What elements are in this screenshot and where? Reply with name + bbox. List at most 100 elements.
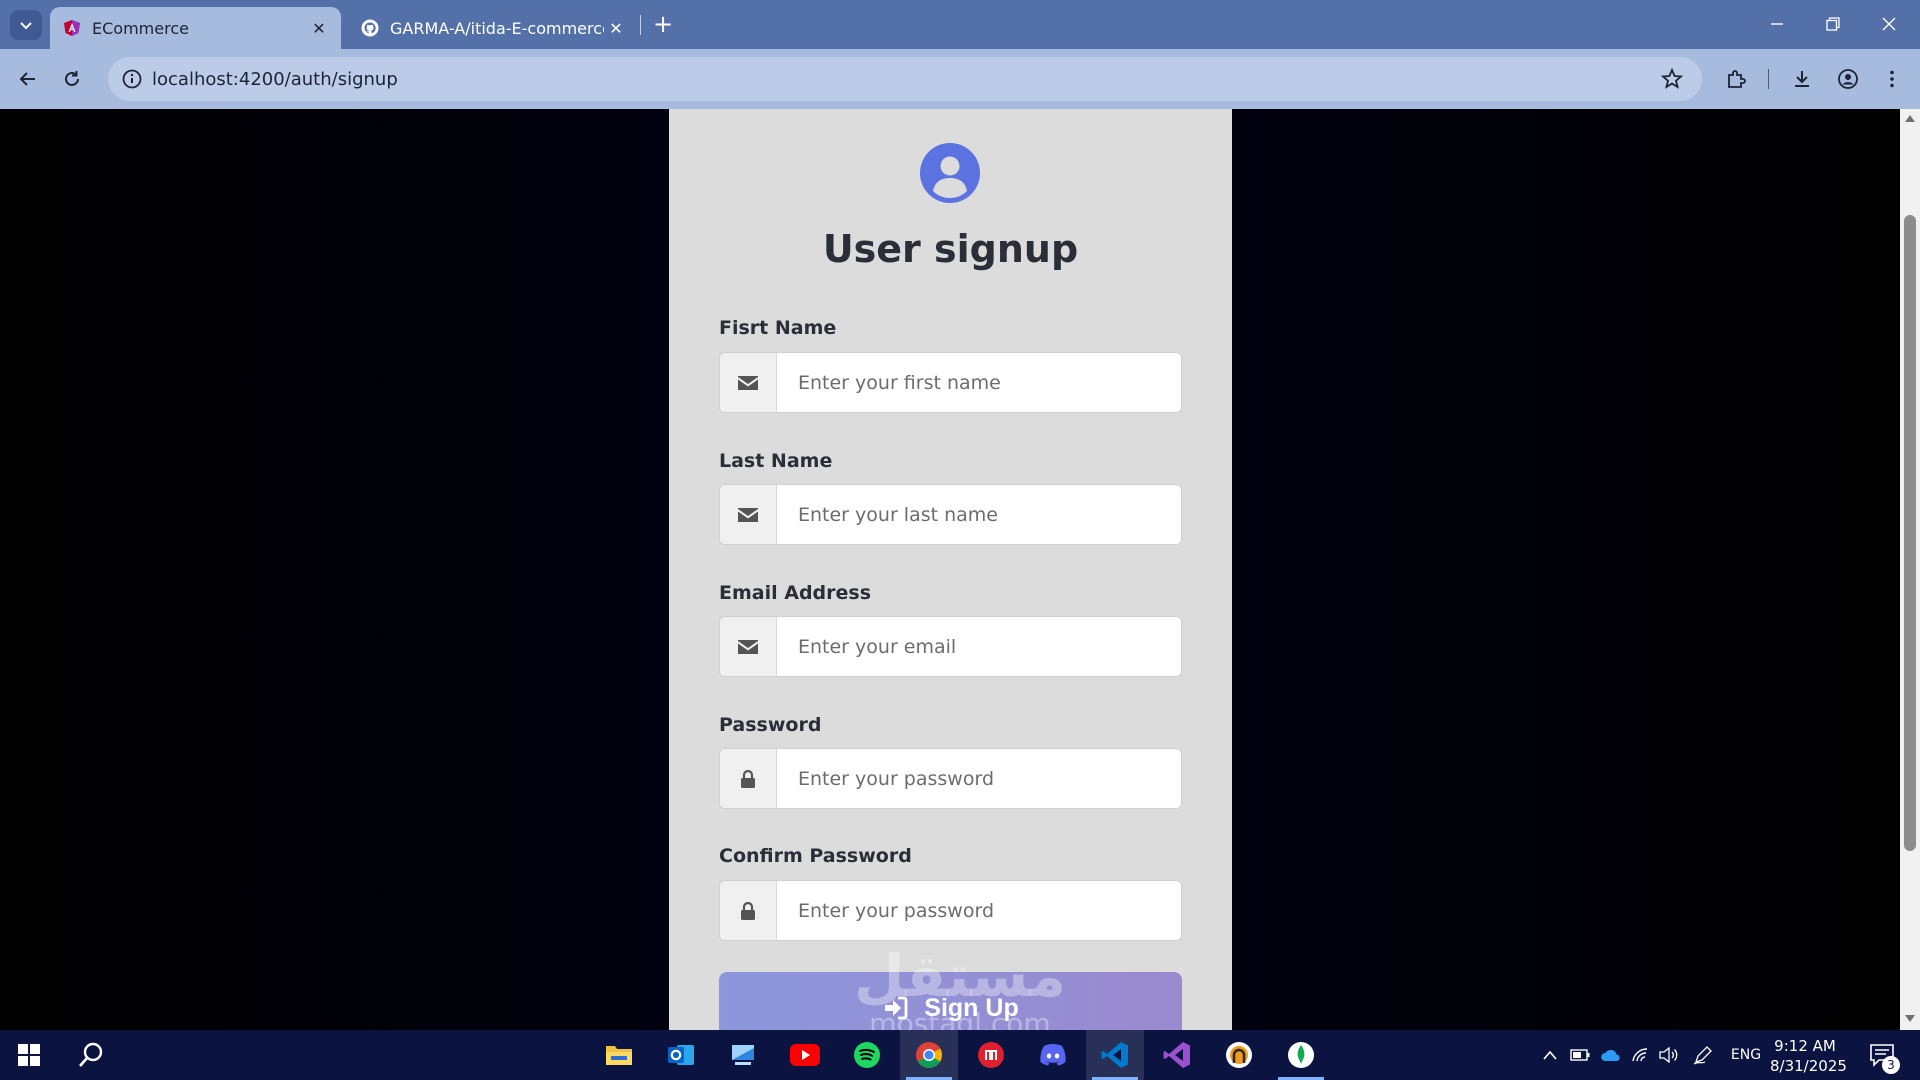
outlook-icon [668, 1045, 694, 1065]
angular-icon [62, 18, 82, 38]
site-info-icon[interactable] [118, 65, 146, 93]
spotify-app[interactable] [838, 1030, 896, 1080]
scroll-up-arrow-icon[interactable] [1905, 115, 1915, 122]
profile-button[interactable] [1832, 63, 1864, 95]
chrome-icon [916, 1042, 942, 1068]
vscode-icon [1101, 1042, 1128, 1068]
first-name-group [719, 352, 1182, 413]
browser-tab-bar: ECommerce ✕ GARMA-A/itida-E-commerce: ✕ … [0, 0, 1920, 49]
arrow-left-icon [19, 72, 35, 86]
outlook-app[interactable] [652, 1030, 710, 1080]
visual-studio-app[interactable] [1148, 1030, 1206, 1080]
extensions-button[interactable] [1720, 63, 1752, 95]
minimize-button[interactable] [1754, 8, 1800, 40]
password-label: Password [719, 714, 822, 736]
address-bar[interactable]: localhost:4200/auth/signup [108, 57, 1702, 101]
youtube-icon [790, 1044, 820, 1066]
mongodb-icon [1288, 1042, 1314, 1068]
vscode-app[interactable] [1086, 1030, 1144, 1080]
confirm-password-input[interactable] [778, 881, 1181, 940]
puzzle-icon [1728, 70, 1746, 88]
reload-button[interactable] [56, 63, 88, 95]
battery-tray[interactable] [1568, 1030, 1592, 1080]
close-window-button[interactable] [1866, 8, 1912, 40]
close-tab-icon[interactable]: ✕ [604, 16, 628, 40]
kebab-menu-icon [1890, 70, 1894, 88]
page-scrollbar[interactable] [1900, 109, 1920, 1030]
password-input[interactable] [778, 749, 1181, 808]
file-explorer-app[interactable] [590, 1030, 648, 1080]
email-group [719, 616, 1182, 677]
minimize-icon [1771, 23, 1783, 25]
discord-app[interactable] [1024, 1030, 1082, 1080]
search-icon [79, 1042, 103, 1067]
volume-tray[interactable] [1656, 1030, 1682, 1080]
tab-separator [640, 15, 641, 35]
email-input[interactable] [778, 617, 1181, 676]
discord-icon [1040, 1044, 1066, 1066]
scroll-thumb[interactable] [1904, 215, 1916, 851]
pen-tray[interactable] [1690, 1030, 1716, 1080]
pen-workspace-icon [1693, 1046, 1712, 1065]
confirm-password-group [719, 880, 1182, 941]
windows-logo-icon [18, 1044, 40, 1066]
first-name-label: Fisrt Name [719, 317, 837, 339]
remote-desktop-app[interactable] [714, 1030, 772, 1080]
clock-time: 9:12 AM [1774, 1037, 1836, 1055]
chevron-down-icon [20, 22, 32, 30]
visual-studio-icon [1163, 1042, 1190, 1068]
chevron-up-icon [1543, 1050, 1557, 1060]
start-button[interactable] [0, 1030, 58, 1080]
tab-title: ECommerce [92, 18, 189, 38]
spotify-icon [854, 1042, 880, 1068]
tab-search-button[interactable] [10, 10, 42, 40]
github-desktop-app[interactable] [1210, 1030, 1268, 1080]
downloads-button[interactable] [1786, 63, 1818, 95]
onedrive-tray[interactable] [1598, 1030, 1624, 1080]
file-explorer-icon [606, 1046, 632, 1065]
user-circle-icon [920, 143, 980, 203]
sign-up-button[interactable]: Sign Up [719, 972, 1182, 1030]
restore-button[interactable] [1810, 8, 1856, 40]
back-button[interactable] [12, 63, 44, 95]
confirm-password-label: Confirm Password [719, 845, 912, 867]
chrome-app[interactable] [900, 1030, 958, 1080]
network-tray[interactable] [1628, 1030, 1654, 1080]
url-text[interactable]: localhost:4200/auth/signup [152, 69, 398, 90]
youtube-app[interactable] [776, 1030, 834, 1080]
speaker-icon [1659, 1047, 1678, 1063]
clock-date: 8/31/2025 [1770, 1057, 1847, 1075]
restore-icon [1826, 17, 1840, 31]
notification-count: 3 [1882, 1056, 1900, 1074]
tab-github[interactable]: GARMA-A/itida-E-commerce: ✕ [348, 7, 638, 49]
scroll-down-arrow-icon[interactable] [1905, 1015, 1915, 1022]
sign-up-label: Sign Up [924, 993, 1019, 1022]
github-desktop-icon [1226, 1042, 1252, 1068]
language-indicator[interactable]: ENG [1726, 1030, 1766, 1080]
github-icon [360, 18, 380, 38]
bookmark-star-icon[interactable] [1660, 67, 1684, 91]
menu-button[interactable] [1876, 63, 1908, 95]
browser-toolbar: localhost:4200/auth/signup [0, 49, 1920, 109]
wifi-icon [1632, 1048, 1648, 1062]
red-app[interactable] [962, 1030, 1020, 1080]
lock-icon [720, 881, 777, 940]
lock-icon [720, 749, 777, 808]
remote-desktop-icon [732, 1045, 754, 1065]
close-tab-icon[interactable]: ✕ [307, 16, 331, 40]
envelope-icon [720, 485, 777, 544]
sign-in-icon [885, 996, 908, 1020]
mongodb-app[interactable] [1272, 1030, 1330, 1080]
download-icon [1795, 71, 1809, 87]
last-name-input[interactable] [778, 485, 1181, 544]
reload-icon [65, 71, 79, 86]
envelope-icon [720, 617, 777, 676]
tab-ecommerce[interactable]: ECommerce ✕ [50, 7, 341, 49]
clock[interactable]: 9:12 AM 8/31/2025 [1770, 1036, 1847, 1076]
profile-icon [1838, 69, 1858, 89]
toolbar-divider [1768, 69, 1769, 89]
new-tab-button[interactable]: + [652, 11, 674, 37]
search-button[interactable] [62, 1030, 120, 1080]
first-name-input[interactable] [778, 353, 1181, 412]
show-hidden-icons-button[interactable] [1538, 1030, 1562, 1080]
